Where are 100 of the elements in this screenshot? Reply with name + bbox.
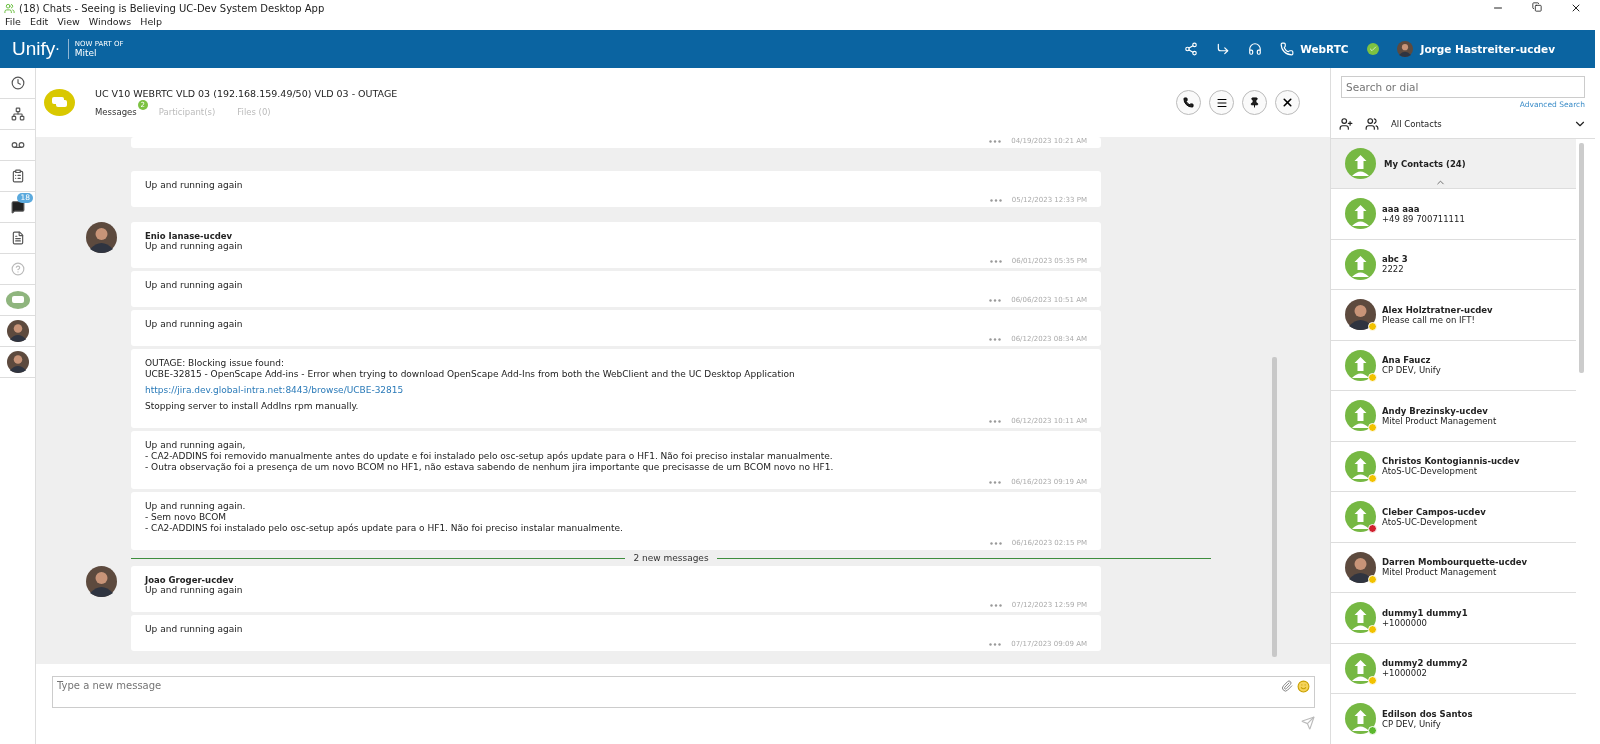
user-name[interactable]: Jorge Hastreiter-ucdev [1420,43,1555,55]
message-link[interactable]: https://jira.dev.global-intra.net:8443/browse/UCBE-32815 [145,385,404,396]
attach-icon[interactable] [1281,680,1293,692]
partner-logo: Mitel [74,48,98,58]
avatar-icon [1345,198,1376,230]
call-button[interactable] [1176,90,1201,115]
window-title: (18) Chats - Seeing is Believing UC-Dev System Desktop App [19,2,325,14]
add-contact-icon[interactable] [1339,116,1353,131]
message-input[interactable]: Type a new message [52,676,1315,708]
more-icon[interactable] [989,139,1002,143]
group-avatar-icon [1345,148,1376,179]
contact-item[interactable]: dummy2 dummy2 +1000002 [1331,643,1576,694]
message-text: Up and running again, [145,440,247,451]
clipboard-icon[interactable] [10,169,25,183]
more-icon[interactable] [989,298,1002,302]
pin-button[interactable] [1242,90,1267,115]
more-icon[interactable] [989,642,1002,646]
menu-item[interactable]: Help [140,16,162,30]
contact-detail: +1000002 [1382,668,1427,679]
contact-name: Alex Holztratner-ucdev [1382,304,1493,315]
more-icon[interactable] [989,603,1002,607]
menu-item[interactable]: File [5,16,21,30]
contact-item[interactable]: Christos Kontogiannis-ucdev AtoS-UC-Development [1331,441,1576,492]
contact-name: dummy2 dummy2 [1382,658,1468,669]
contact-name: aaa aaa [1382,203,1421,214]
contact-name: dummy1 dummy1 [1382,607,1468,618]
contact-detail: Please call me on IFT! [1382,314,1476,325]
more-icon[interactable] [989,259,1002,263]
contact-item[interactable]: dummy1 dummy1 +1000000 [1331,593,1576,644]
contact-name: Andy Brezinsky-ucdev [1382,405,1489,416]
contact-detail: CP DEV, Unify [1382,365,1441,376]
message-text: Up and running again [145,624,244,635]
contact-item[interactable]: Alex Holztratner-ucdev Please call me on IFT! [1331,290,1576,341]
document-icon[interactable] [10,231,25,245]
contact-item[interactable]: abc 3 2222 [1331,239,1576,290]
chat-icon[interactable] [10,200,25,214]
clock-icon[interactable] [10,76,25,90]
contact-name: Ana Faucz [1382,355,1432,366]
scrollbar-thumb[interactable] [1272,357,1277,657]
avatar-icon [1345,501,1376,533]
avatar-icon [6,351,29,373]
avatar-icon [1345,703,1376,735]
contact-group-header[interactable]: My Contacts (24) [1331,139,1576,189]
restore-icon[interactable] [1532,2,1542,12]
menu-item[interactable]: Edit [29,16,49,30]
avatar-icon [86,222,117,253]
menu-item[interactable]: View [57,16,80,30]
status-icon [1366,43,1379,55]
contact-detail: Mitel Product Management [1382,415,1497,426]
phone-icon[interactable] [1280,42,1295,56]
headset-icon[interactable] [1248,42,1263,56]
avatar-icon [1345,248,1376,280]
menu-item[interactable]: Windows [88,16,132,30]
message-text: Up and running again. [145,501,247,512]
contact-detail: CP DEV, Unify [1382,718,1442,729]
more-icon[interactable] [989,337,1002,341]
network-icon[interactable] [10,107,25,121]
message-text: Stopping server to install AddIns rpm manually. [145,401,360,412]
more-icon[interactable] [989,198,1002,202]
avatar-icon [1345,602,1376,634]
message-text: UCBE-32815 - OpenScape Add-ins - Error when trying to download OpenScape Add-Ins from both the WebClient and the UC Desktop Application [145,369,796,380]
contact-item[interactable]: aaa aaa +49 89 700711111 [1331,189,1576,240]
avatar-icon [1396,41,1413,57]
contact-item[interactable]: Darren Mombourquette-ucdev Mitel Product Management [1331,542,1576,593]
scrollbar-thumb[interactable] [1579,143,1584,373]
search-field[interactable]: Search or dial [1341,76,1585,98]
avatar-icon [86,566,117,597]
webrtc-label: WebRTC [1300,43,1349,55]
sender-name: Joao Groger-ucdev [145,575,235,585]
more-icon[interactable] [989,419,1002,423]
brand-logo: Unify [12,38,56,60]
chat-title: UC V10 WEBRTC VLD 03 (192.168.159.49/50) VLD 03 - OUTAGE [95,88,398,99]
forward-icon[interactable] [1216,42,1231,56]
contact-filter[interactable]: All Contacts [1391,118,1442,129]
group-title: My Contacts (24) [1384,158,1466,169]
new-messages-divider: 2 new messages [633,553,709,563]
contact-detail: +49 89 700711111 [1382,213,1465,224]
message-text: Up and running again [145,319,244,330]
more-icon[interactable] [989,480,1002,484]
message-text: Up and running again [145,241,244,252]
avatar-icon [6,320,29,342]
more-icon[interactable] [989,541,1002,545]
menu-button[interactable] [1209,90,1234,115]
add-group-icon[interactable] [1365,116,1379,131]
brand-mark: · [55,41,60,57]
share-icon[interactable] [1184,42,1199,56]
contact-name: Christos Kontogiannis-ucdev [1382,456,1520,467]
contact-item[interactable]: Edilson dos Santos CP DEV, Unify [1331,694,1576,744]
close-button[interactable] [1275,90,1300,115]
message-text: - Outra observação foi a presença de um novo BCOM no HF1, não estava sabendo de nenhum jira importante que precisasse de um BCOM novo no HF1. [145,462,835,473]
close-icon[interactable] [1570,2,1582,14]
contact-name: Cleber Campos-ucdev [1382,506,1486,517]
contact-item[interactable]: Ana Faucz CP DEV, Unify [1331,340,1576,391]
contact-item[interactable]: Cleber Campos-ucdev AtoS-UC-Development [1331,492,1576,543]
contact-item[interactable]: Andy Brezinsky-ucdev Mitel Product Management [1331,391,1576,442]
contact-name: Darren Mombourquette-ucdev [1382,557,1528,568]
chat-group-icon [44,89,75,116]
message-text: - CA2-ADDINS foi instalado pelo osc-setup após update para o HF1. Não foi preciso instalar manualmente. [145,523,624,534]
contact-detail: Mitel Product Management [1382,567,1498,578]
message-text: Up and running again [145,585,244,596]
